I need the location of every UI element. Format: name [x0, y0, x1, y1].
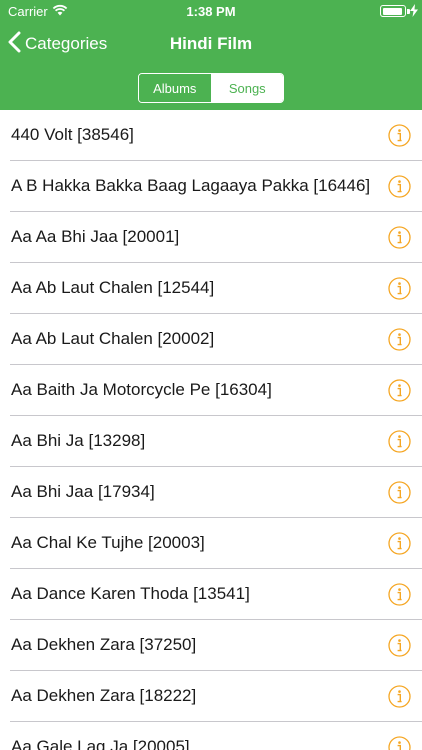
song-title: Aa Gale Lag Ja [20005]: [11, 737, 190, 750]
info-icon[interactable]: [388, 430, 411, 453]
song-row[interactable]: A B Hakka Bakka Baag Lagaaya Pakka [1644…: [0, 161, 422, 212]
info-icon[interactable]: [388, 175, 411, 198]
albums-songs-segmented-control: Albums Songs: [138, 73, 284, 103]
info-icon[interactable]: [388, 277, 411, 300]
song-title: 440 Volt [38546]: [11, 125, 134, 144]
status-bar: Carrier 1:38 PM: [0, 0, 422, 22]
info-icon[interactable]: [388, 532, 411, 555]
song-title: Aa Dekhen Zara [18222]: [11, 686, 197, 705]
page-title: Hindi Film: [169, 34, 253, 53]
song-row[interactable]: Aa Dance Karen Thoda [13541]: [0, 569, 422, 620]
song-row[interactable]: Aa Dekhen Zara [37250]: [0, 620, 422, 671]
info-icon[interactable]: [388, 226, 411, 249]
info-icon[interactable]: [388, 328, 411, 351]
song-title: Aa Dekhen Zara [37250]: [11, 635, 197, 654]
song-title: Aa Chal Ke Tujhe [20003]: [11, 533, 205, 552]
song-title: Aa Bhi Ja [13298]: [11, 431, 146, 450]
song-row[interactable]: Aa Dekhen Zara [18222]: [0, 671, 422, 722]
song-row[interactable]: Aa Chal Ke Tujhe [20003]: [0, 518, 422, 569]
song-row[interactable]: Aa Aa Bhi Jaa [20001]: [0, 212, 422, 263]
song-title: Aa Ab Laut Chalen [20002]: [11, 329, 215, 348]
song-title: Aa Dance Karen Thoda [13541]: [11, 584, 250, 603]
segment-albums[interactable]: Albums: [139, 74, 212, 102]
song-row[interactable]: 440 Volt [38546]: [0, 110, 422, 161]
song-title: Aa Ab Laut Chalen [12544]: [11, 278, 215, 297]
navigation-bar: Categories Hindi Film: [0, 22, 422, 66]
info-icon[interactable]: [388, 379, 411, 402]
song-row[interactable]: Aa Bhi Jaa [17934]: [0, 467, 422, 518]
info-icon[interactable]: [388, 124, 411, 147]
battery-icon: [380, 5, 406, 17]
info-icon[interactable]: [388, 736, 411, 750]
song-row[interactable]: Aa Gale Lag Ja [20005]: [0, 722, 422, 750]
song-title: Aa Bhi Jaa [17934]: [11, 482, 155, 501]
info-icon[interactable]: [388, 634, 411, 657]
song-row[interactable]: Aa Ab Laut Chalen [12544]: [0, 263, 422, 314]
song-row[interactable]: Aa Bhi Ja [13298]: [0, 416, 422, 467]
segment-songs[interactable]: Songs: [211, 74, 283, 102]
song-title: A B Hakka Bakka Baag Lagaaya Pakka [1644…: [11, 176, 371, 195]
song-title: Aa Aa Bhi Jaa [20001]: [11, 227, 180, 246]
song-row[interactable]: Aa Baith Ja Motorcycle Pe [16304]: [0, 365, 422, 416]
song-row[interactable]: Aa Ab Laut Chalen [20002]: [0, 314, 422, 365]
charging-bolt-icon: [410, 4, 418, 20]
info-icon[interactable]: [388, 481, 411, 504]
info-icon[interactable]: [388, 583, 411, 606]
song-list: 440 Volt [38546] A B Hakka Bakka Baag Lag…: [0, 110, 422, 750]
info-icon[interactable]: [388, 685, 411, 708]
song-title: Aa Baith Ja Motorcycle Pe [16304]: [11, 380, 272, 399]
status-time: 1:38 PM: [186, 4, 236, 19]
